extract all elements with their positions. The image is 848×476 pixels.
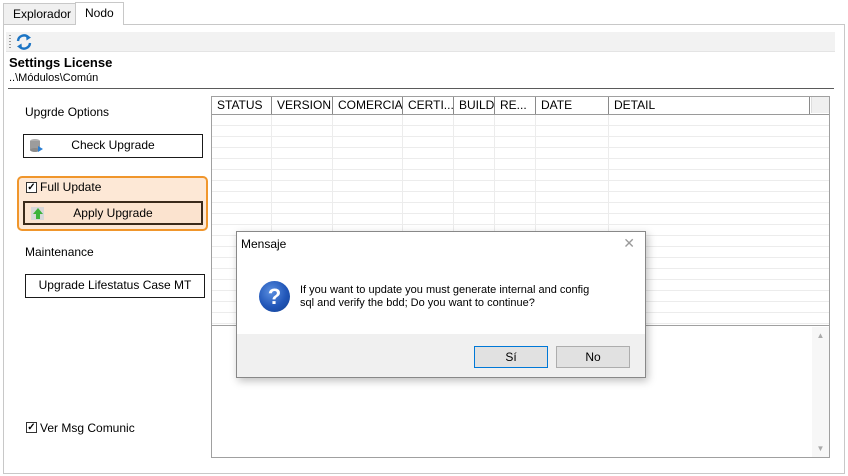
apply-upgrade-label: Apply Upgrade bbox=[73, 206, 153, 220]
scroll-down-icon[interactable]: ▼ bbox=[812, 444, 829, 453]
column-build[interactable]: BUILD bbox=[454, 97, 495, 114]
toolbar-grip bbox=[9, 35, 11, 49]
page-title: Settings License bbox=[9, 55, 113, 70]
toolbar bbox=[6, 32, 835, 52]
grid-header-corner bbox=[811, 97, 829, 113]
yes-button[interactable]: Sí bbox=[474, 346, 548, 368]
column-detail[interactable]: DETAIL bbox=[609, 97, 810, 114]
tab-nodo[interactable]: Nodo bbox=[75, 2, 124, 25]
maintenance-label: Maintenance bbox=[25, 245, 94, 259]
full-update-label: Full Update bbox=[40, 180, 102, 194]
scroll-up-icon[interactable]: ▲ bbox=[812, 331, 829, 340]
apply-upgrade-button[interactable]: Apply Upgrade bbox=[23, 201, 203, 225]
upgrade-lifestatus-button[interactable]: Upgrade Lifestatus Case MT bbox=[25, 274, 205, 298]
column-date[interactable]: DATE bbox=[536, 97, 609, 114]
dialog-message-line2: sql and verify the bdd; Do you want to c… bbox=[300, 297, 535, 309]
ver-msg-label: Ver Msg Comunic bbox=[40, 421, 135, 435]
dialog-footer: Sí No bbox=[237, 334, 645, 377]
close-icon[interactable]: ✕ bbox=[623, 235, 635, 252]
column-comercial[interactable]: COMERCIAL bbox=[333, 97, 403, 114]
column-version[interactable]: VERSION bbox=[272, 97, 333, 114]
column-re[interactable]: RE... bbox=[495, 97, 536, 114]
ver-msg-checkbox[interactable]: ✓ bbox=[26, 422, 37, 433]
no-button[interactable]: No bbox=[556, 346, 630, 368]
breadcrumb: ..\Módulos\Común bbox=[9, 72, 99, 84]
tab-explorador[interactable]: Explorador bbox=[3, 3, 82, 24]
check-upgrade-label: Check Upgrade bbox=[71, 138, 155, 152]
full-update-checkbox[interactable]: ✓ bbox=[26, 182, 37, 193]
refresh-icon[interactable] bbox=[15, 33, 33, 51]
database-icon bbox=[28, 138, 44, 154]
check-upgrade-button[interactable]: Check Upgrade bbox=[23, 134, 203, 158]
column-status[interactable]: STATUS bbox=[212, 97, 272, 114]
dialog-message: If you want to update you must generate … bbox=[300, 284, 630, 310]
question-icon: ? bbox=[259, 281, 290, 312]
dialog-message-line1: If you want to update you must generate … bbox=[300, 284, 590, 296]
column-certi[interactable]: CERTI... bbox=[403, 97, 454, 114]
upgrade-options-label: Upgrde Options bbox=[25, 105, 110, 119]
grid-header: STATUS VERSION COMERCIAL CERTI... BUILD … bbox=[212, 97, 829, 115]
header-divider bbox=[8, 88, 834, 89]
upload-arrow-icon bbox=[30, 205, 46, 221]
message-dialog: Mensaje ✕ ? If you want to update you mu… bbox=[236, 231, 646, 378]
dialog-title: Mensaje bbox=[241, 237, 287, 251]
detail-scrollbar[interactable]: ▲ ▼ bbox=[812, 327, 829, 457]
